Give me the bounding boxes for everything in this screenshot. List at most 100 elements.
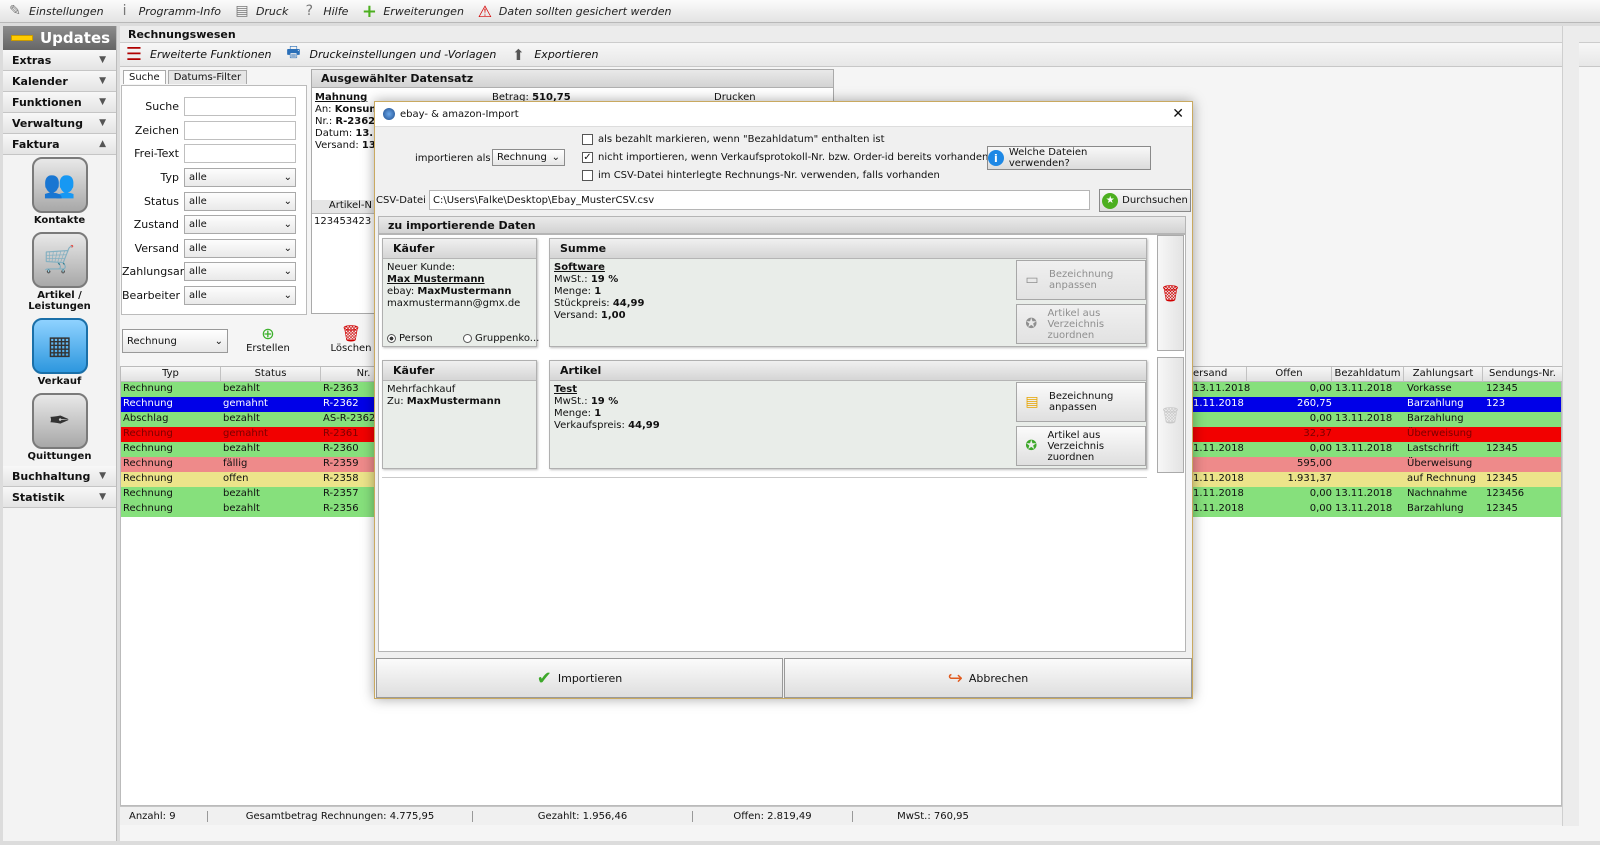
cell-versand: 1.11.2018 [1193, 473, 1244, 484]
tab-datums-filter[interactable]: Datums-Filter [167, 70, 248, 84]
article-card-2: Artikel Test MwSt.: 19 % Menge: 1 Verkau… [549, 360, 1147, 469]
freitext-input[interactable] [184, 143, 296, 163]
vertical-scrollbar[interactable] [1562, 26, 1579, 826]
sidebar-section-funktionen[interactable]: Funktionen ▼ [3, 92, 116, 113]
zustand-row: Zustand alle ⌄ [122, 214, 308, 234]
print-settings-button[interactable]: 🖶 Druckeinstellungen und -Vorlagen [283, 43, 496, 65]
sidebar-section-buchhaltung[interactable]: Buchhaltung ▼ [3, 466, 116, 487]
rename-button[interactable]: ▤ Bezeichnung anpassen [1016, 382, 1146, 422]
module-kontakte[interactable]: 👥 Kontakte [3, 157, 116, 230]
col-status[interactable]: Status [221, 367, 321, 382]
updates-button[interactable]: Updates [3, 26, 116, 50]
zustand-select[interactable]: alle ⌄ [184, 214, 296, 234]
export-button[interactable]: ⬆ Exportieren [508, 45, 598, 65]
sidebar-section-verwaltung[interactable]: Verwaltung ▼ [3, 113, 116, 134]
col-zahlungsart[interactable]: Zahlungsart [1404, 367, 1483, 382]
status-bar: Anzahl: 9 Gesamtbetrag Rechnungen: 4.775… [120, 806, 1562, 825]
cell-art: Barzahlung [1407, 413, 1464, 424]
assign-article-button[interactable]: ✪ Artikel aus Verzeichnis zuordnen [1016, 426, 1146, 466]
cell-versand: 1.11.2018 [1193, 503, 1244, 514]
cell-art: Barzahlung [1407, 398, 1464, 409]
chevron-down-icon: ⌄ [283, 242, 292, 254]
remove-entry-2-button[interactable]: 🗑 [1157, 357, 1184, 473]
menu-programm-info[interactable]: i Programm-Info [116, 2, 221, 20]
sidebar-section-kalender[interactable]: Kalender ▼ [3, 71, 116, 92]
chevron-down-icon: ⌄ [283, 289, 292, 301]
backup-warning[interactable]: ⚠ Daten sollten gesichert werden [476, 1, 672, 21]
create-button[interactable]: ⊕ Erstellen [243, 324, 293, 355]
menu-druck[interactable]: ▤ Druck [233, 2, 288, 20]
cell-nr: R-2356 [323, 503, 359, 514]
option-skip-existing[interactable]: ✓ nicht importieren, wenn Verkaufsprotoko… [582, 152, 1012, 163]
menu-einstellungen[interactable]: ✎ Einstellungen [6, 2, 103, 20]
checkbox[interactable] [582, 134, 593, 145]
extended-functions-button[interactable]: ☰ Erweiterte Funktionen [124, 44, 272, 65]
chevron-down-icon: ⌄ [283, 265, 292, 277]
module-artikel[interactable]: 🛒 Artikel / Leistungen [3, 232, 116, 316]
col-sendungs-nr[interactable]: Sendungs-Nr. [1483, 367, 1563, 382]
assign-article-button-disabled[interactable]: ✪ Artikel aus Verzeichnis zuordnen [1016, 304, 1146, 344]
col-bezahldatum[interactable]: Bezahldatum [1332, 367, 1404, 382]
col-offen[interactable]: Offen [1247, 367, 1332, 382]
radio-group[interactable]: Gruppenko... [463, 333, 539, 344]
remove-entry-1-button[interactable]: 🗑 [1157, 235, 1184, 351]
import-type-select[interactable]: Rechnung ⌄ [492, 149, 565, 166]
checkbox[interactable] [582, 170, 593, 181]
menu-erweiterungen[interactable]: + Erweiterungen [360, 0, 464, 22]
tab-suche[interactable]: Suche [123, 70, 166, 84]
sidebar-section-extras[interactable]: Extras ▼ [3, 50, 116, 71]
cell-offen: 595,00 [1297, 458, 1332, 469]
checkbox-checked[interactable]: ✓ [582, 152, 593, 163]
cell-art: auf Rechnung [1407, 473, 1477, 484]
trash-icon: 🗑 [1160, 283, 1181, 303]
rename-button-disabled[interactable]: ▭ Bezeichnung anpassen [1016, 260, 1146, 300]
menu-hilfe[interactable]: ? Hilfe [300, 2, 349, 20]
search-input[interactable] [184, 96, 296, 116]
zahlungsart-row: Zahlungsart alle ⌄ [122, 261, 308, 281]
zahlungsart-select[interactable]: alle ⌄ [184, 261, 296, 281]
close-icon[interactable]: ✕ [1172, 106, 1184, 122]
browse-button[interactable]: ★ Durchsuchen [1099, 189, 1191, 212]
status-open: Offen: 2.819,49 [693, 810, 853, 822]
delete-button[interactable]: 🗑 Löschen [326, 324, 376, 355]
module-verkauf[interactable]: ▦ Verkauf [3, 318, 116, 391]
list-toolbar: Rechnung ⌄ ⊕ Erstellen 🗑 Löschen [121, 322, 381, 362]
sidebar-section-statistik[interactable]: Statistik ▼ [3, 487, 116, 508]
option-mark-paid[interactable]: als bezahlt markieren, wenn "Bezahldatum… [582, 134, 885, 145]
csv-path-input[interactable]: C:\Users\Falke\Desktop\Ebay_MusterCSV.cs… [429, 190, 1090, 210]
module-quittungen[interactable]: ✒ Quittungen [3, 393, 116, 466]
cell-art: Überweisung [1407, 428, 1473, 439]
versand-row: Versand alle ⌄ [122, 238, 308, 258]
document-icon: ▤ [1025, 393, 1039, 410]
sidebar-section-faktura[interactable]: Faktura ▲ [3, 134, 116, 155]
zeichen-input[interactable] [184, 120, 296, 140]
import-button[interactable]: ✔ Importieren [376, 658, 783, 698]
which-files-button[interactable]: i Welche Dateien verwenden? [987, 146, 1151, 170]
sum-card-1: Summe Software MwSt.: 19 % Menge: 1 Stüc… [549, 238, 1147, 347]
buyer-card-2: Käufer Mehrfachkauf Zu: MaxMustermann [382, 360, 537, 469]
record-doc-type[interactable]: Mahnung [315, 92, 380, 104]
radio-person[interactable]: Person [387, 333, 433, 344]
cancel-button[interactable]: ↪ Abbrechen [784, 658, 1192, 698]
chevron-up-icon: ▲ [99, 139, 106, 149]
document-icon: ▭ [1025, 271, 1039, 288]
cell-offen: 0,00 [1309, 443, 1332, 454]
warning-icon: ⚠ [477, 1, 493, 21]
cell-status: gemahnt [223, 428, 268, 439]
typ-select[interactable]: alle ⌄ [184, 167, 296, 187]
col-versand[interactable]: ersand [1191, 367, 1247, 382]
cell-send: 123456 [1486, 488, 1525, 499]
doc-type-select[interactable]: Rechnung ⌄ [122, 329, 228, 353]
add-icon: ⊕ [261, 324, 275, 343]
plus-icon: + [361, 0, 377, 22]
trash-icon: 🗑 [340, 324, 362, 343]
versand-select[interactable]: alle ⌄ [184, 238, 296, 258]
buyer-name-link[interactable]: Max Mustermann [387, 274, 536, 286]
option-use-invoice-nr[interactable]: im CSV-Datei hinterlegte Rechnungs-Nr. v… [582, 170, 940, 181]
info-icon: i [122, 3, 127, 19]
status-select[interactable]: alle ⌄ [184, 191, 296, 211]
bearbeiter-select[interactable]: alle ⌄ [184, 285, 296, 305]
col-typ[interactable]: Typ [121, 367, 221, 382]
app-icon [383, 108, 395, 120]
chevron-down-icon: ▼ [99, 97, 106, 107]
